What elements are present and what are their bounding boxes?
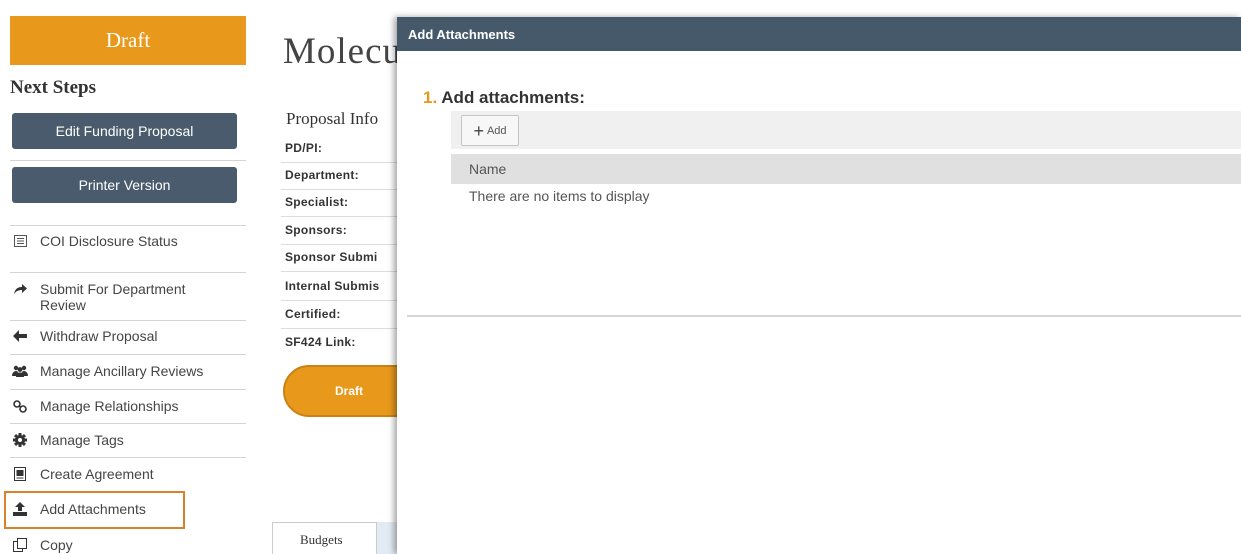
state-banner: Draft [10,16,246,65]
action-label: Submit For Department Review [40,281,186,313]
link-icon [10,398,30,414]
action-submit-for-department-review[interactable]: Submit For Department Review [10,281,190,313]
add-attachments-dialog: Add Attachments 1. Add attachments: + Ad… [397,17,1241,554]
sidebar: Draft Next Steps Edit Funding Proposal P… [0,0,255,554]
add-button[interactable]: + Add [461,115,519,146]
divider [281,244,397,245]
dialog-title: Add Attachments [397,17,1241,51]
users-icon [10,363,30,379]
action-label: Create Agreement [40,466,154,482]
field-label: Department: [285,168,359,182]
field-label: PD/PI: [285,141,323,155]
add-button-label: Add [486,124,507,137]
divider [10,354,246,355]
action-label: COI Disclosure Status [40,233,178,249]
action-coi-disclosure-status[interactable]: COI Disclosure Status [10,233,246,249]
page-title: Molecu [283,31,403,72]
field-label: Sponsor Submi [285,250,378,264]
plus-icon: + [473,120,484,141]
list-icon [10,233,30,249]
tab-next[interactable] [377,522,397,554]
copy-icon [10,537,30,553]
divider [281,162,397,163]
divider [407,315,1241,317]
field-label: Internal Submis [285,279,380,293]
divider [10,160,246,161]
divider [10,457,246,458]
step-label: Add attachments: [441,88,585,107]
divider [10,225,246,226]
tab-budgets[interactable]: Budgets [272,522,377,554]
grid-toolbar [451,111,1241,149]
next-steps-title: Next Steps [10,77,97,98]
field-label: SF424 Link: [285,335,356,349]
step-title: 1. Add attachments: [423,88,585,108]
divider [281,271,397,272]
divider [281,328,397,329]
document-icon [10,466,30,482]
share-arrow-icon [10,281,30,297]
field-label: Sponsors: [285,223,348,237]
action-manage-relationships[interactable]: Manage Relationships [10,398,246,414]
action-label: Withdraw Proposal [40,328,158,344]
action-label: Manage Relationships [40,398,179,414]
step-number: 1. [423,88,438,107]
divider [281,216,397,217]
action-manage-tags[interactable]: Manage Tags [10,432,246,448]
field-label: Certified: [285,307,341,321]
action-copy[interactable]: Copy [10,537,246,553]
action-manage-ancillary-reviews[interactable]: Manage Ancillary Reviews [10,363,246,379]
field-label: Specialist: [285,195,349,209]
proposal-info-title: Proposal Info [286,109,379,128]
divider [10,423,246,424]
printer-version-button[interactable]: Printer Version [12,167,237,203]
action-create-agreement[interactable]: Create Agreement [10,466,246,482]
divider [10,272,246,273]
divider [10,389,246,390]
divider [281,300,397,301]
action-label: Copy [40,537,73,553]
edit-funding-proposal-button[interactable]: Edit Funding Proposal [12,113,237,149]
highlight-box [4,491,185,529]
column-header-name[interactable]: Name [451,154,1241,184]
divider [10,320,246,321]
gear-icon [10,432,30,448]
arrow-left-icon [10,328,30,344]
empty-message: There are no items to display [469,188,650,204]
action-label: Manage Tags [40,432,124,448]
divider [281,189,397,190]
action-label: Manage Ancillary Reviews [40,363,204,379]
action-withdraw-proposal[interactable]: Withdraw Proposal [10,328,246,344]
